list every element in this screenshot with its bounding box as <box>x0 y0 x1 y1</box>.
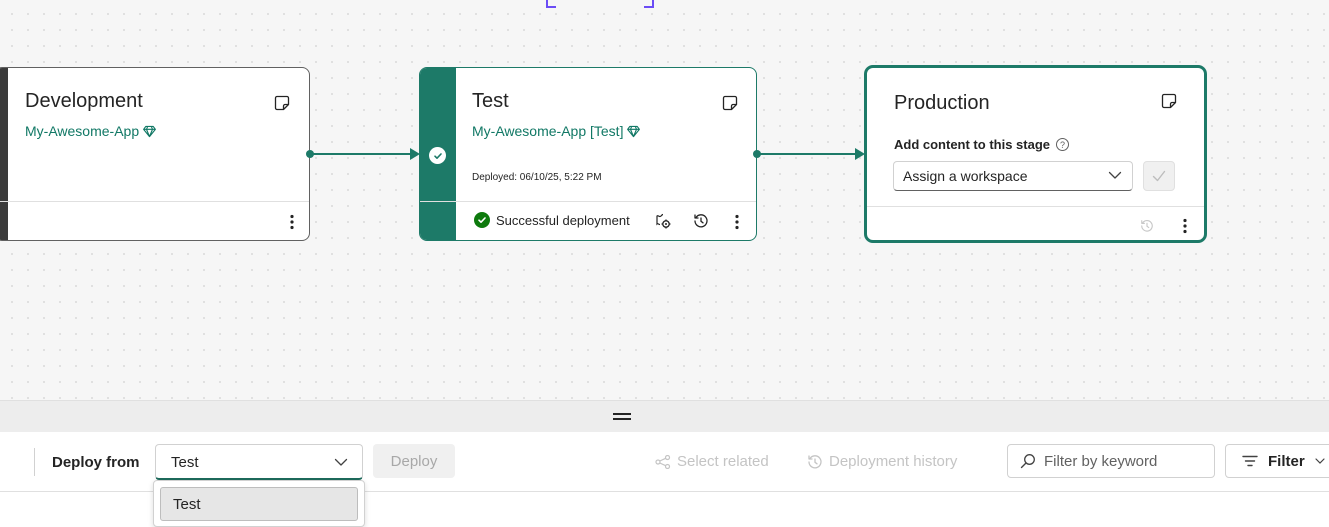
confirm-workspace-button[interactable] <box>1143 161 1175 191</box>
stage-card-test[interactable]: Test My-Awesome-App [Test] Deployed: 06/… <box>419 67 757 241</box>
filter-label: Filter <box>1268 452 1305 470</box>
stage-title: Development <box>25 90 143 112</box>
deployment-history-button[interactable]: Deployment history <box>807 453 957 470</box>
checkmark-icon <box>429 147 446 164</box>
assign-workspace-dropdown[interactable]: Assign a workspace <box>893 161 1133 191</box>
pipeline-canvas: Development My-Awesome-App Test My-Aweso… <box>0 0 1329 400</box>
select-related-label: Select related <box>677 453 769 470</box>
filter-button[interactable]: Filter <box>1225 444 1329 478</box>
deployment-status[interactable]: Successful deployment <box>474 212 630 228</box>
help-icon[interactable]: ? <box>1056 138 1069 151</box>
stage-footer-divider <box>0 201 309 202</box>
search-icon <box>1020 454 1035 469</box>
dropdown-option-test[interactable]: Test <box>160 487 358 521</box>
selection-bracket-right <box>644 0 654 8</box>
history-icon[interactable] <box>693 213 709 229</box>
success-icon <box>474 212 490 228</box>
stage-accent-bar <box>0 68 8 240</box>
stage-accent-bar <box>420 68 456 240</box>
select-related-button[interactable]: Select related <box>655 453 769 470</box>
more-options-icon[interactable] <box>730 213 744 231</box>
deploy-from-dropdown[interactable]: Test <box>155 444 363 480</box>
toolbar-divider <box>34 448 35 476</box>
workspace-link[interactable]: My-Awesome-App [Test] <box>472 123 641 139</box>
status-text: Successful deployment <box>496 212 630 228</box>
premium-diamond-icon <box>143 125 157 137</box>
history-icon <box>1141 220 1153 232</box>
workspace-link[interactable]: My-Awesome-App <box>25 123 157 139</box>
panel-splitter[interactable] <box>0 400 1329 432</box>
filter-keyword-input[interactable]: Filter by keyword <box>1007 444 1215 478</box>
workspace-name: My-Awesome-App <box>25 123 140 139</box>
history-icon <box>808 454 822 468</box>
resize-handle-icon[interactable] <box>613 413 631 420</box>
note-icon[interactable] <box>274 95 290 111</box>
more-options-icon[interactable] <box>1178 217 1192 235</box>
filter-icon <box>1242 455 1258 467</box>
deployment-rules-icon[interactable] <box>654 212 672 230</box>
search-placeholder: Filter by keyword <box>1044 452 1158 470</box>
connector-line <box>757 153 857 155</box>
deploy-from-label: Deploy from <box>52 454 140 471</box>
stage-card-production[interactable]: Production Add content to this stage ? A… <box>864 65 1207 243</box>
deploy-from-options-list: Test <box>153 480 365 527</box>
share-nodes-icon <box>655 454 671 469</box>
stage-title: Test <box>472 90 509 112</box>
deploy-button[interactable]: Deploy <box>373 444 455 478</box>
note-icon[interactable] <box>722 95 738 111</box>
deployed-timestamp: Deployed: 06/10/25, 5:22 PM <box>472 172 602 183</box>
premium-diamond-icon <box>627 125 641 137</box>
workspace-name: My-Awesome-App [Test] <box>472 123 624 139</box>
stage-footer-divider <box>867 206 1204 207</box>
selection-bracket-left <box>546 0 556 8</box>
chevron-down-icon <box>1315 458 1325 464</box>
stage-title: Production <box>894 92 990 114</box>
deployment-history-label: Deployment history <box>829 453 958 470</box>
assign-workspace-placeholder: Assign a workspace <box>903 168 1028 184</box>
more-options-icon[interactable] <box>285 213 299 231</box>
connector-line <box>310 153 412 155</box>
chevron-down-icon <box>1108 171 1122 179</box>
add-content-label: Add content to this stage ? <box>894 137 1069 152</box>
note-icon[interactable] <box>1161 93 1177 109</box>
add-content-text: Add content to this stage <box>894 137 1050 152</box>
stage-card-development[interactable]: Development My-Awesome-App <box>0 67 310 241</box>
stage-footer-divider <box>420 201 756 202</box>
checkmark-icon <box>1152 170 1166 182</box>
chevron-down-icon <box>334 458 348 466</box>
deploy-from-value: Test <box>171 454 199 471</box>
